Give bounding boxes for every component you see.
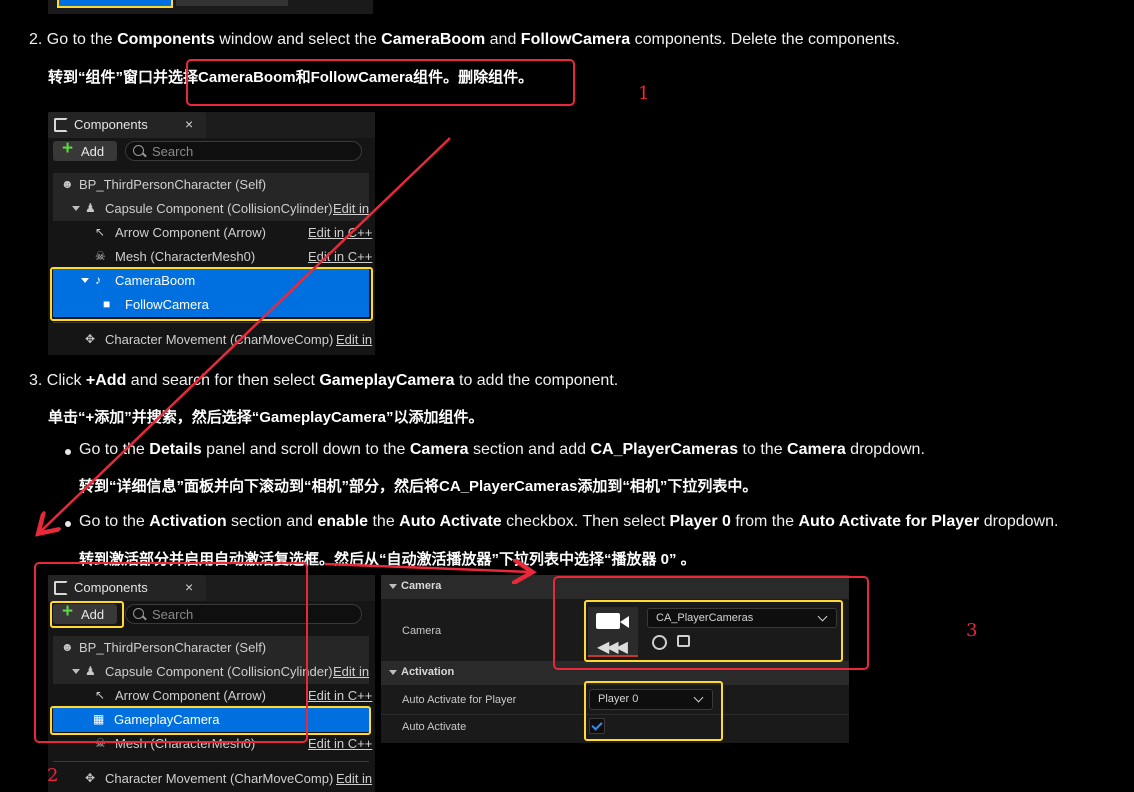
annotation-arrows <box>0 137 1134 792</box>
arrow-to-step3 <box>40 137 451 532</box>
arrow-to-details <box>324 564 530 572</box>
